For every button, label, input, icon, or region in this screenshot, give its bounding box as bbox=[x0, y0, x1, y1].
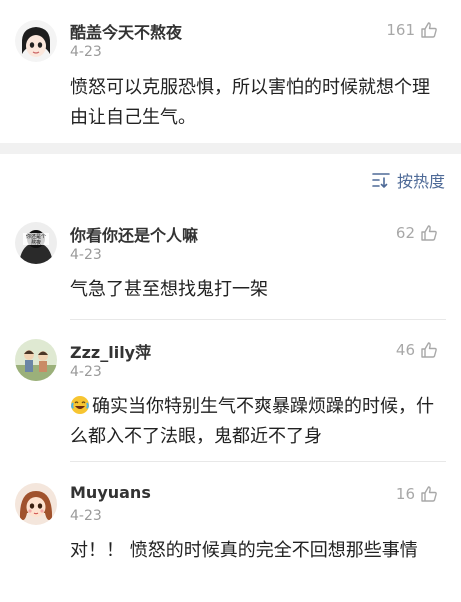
username[interactable]: 你看你还是个人嘛 bbox=[70, 222, 198, 246]
like-button[interactable]: 46 bbox=[396, 340, 439, 360]
pinned-comment: 酷盖今天不熬夜 4-23 161 愤怒可以克服恐惧，所以害怕的时候就想个理由让自… bbox=[0, 0, 461, 143]
avatar-illustration bbox=[15, 339, 57, 381]
avatar[interactable] bbox=[15, 339, 57, 381]
like-button[interactable]: 62 bbox=[396, 223, 439, 243]
sort-lines-icon bbox=[372, 173, 390, 188]
divider bbox=[70, 461, 446, 462]
svg-text:你还是个: 你还是个 bbox=[26, 233, 46, 240]
avatar[interactable] bbox=[15, 20, 57, 62]
username[interactable]: Muyuans bbox=[70, 483, 151, 502]
username[interactable]: 酷盖今天不熬夜 bbox=[70, 19, 182, 43]
username[interactable]: Zzz_lily萍 bbox=[70, 339, 151, 363]
sort-by-hot-button[interactable]: 按热度 bbox=[371, 168, 445, 192]
like-count: 161 bbox=[386, 21, 415, 39]
comment-text: 气急了甚至想找鬼打一架 bbox=[70, 279, 268, 300]
avatar-illustration bbox=[15, 20, 57, 62]
divider bbox=[70, 319, 446, 320]
list-item: Muyuans 4-23 16 对！！ 愤怒的时候真的完全不回想那些事情 bbox=[0, 470, 461, 602]
list-item: 你还是个 熬夜 你看你还是个人嘛 4-23 62 气急了甚至想找鬼打一架 bbox=[0, 210, 461, 320]
thumbs-up-icon bbox=[421, 22, 437, 38]
section-separator bbox=[0, 143, 461, 154]
like-count: 16 bbox=[395, 485, 415, 503]
laughing-tears-emoji-icon bbox=[71, 396, 89, 414]
comment-text: 愤怒可以克服恐惧，所以害怕的时候就想个理由让自己生气。 bbox=[70, 77, 430, 128]
avatar-illustration: 你还是个 熬夜 bbox=[15, 222, 57, 264]
avatar[interactable]: 你还是个 熬夜 bbox=[15, 222, 57, 264]
like-count: 46 bbox=[395, 341, 415, 359]
comment-date: 4-23 bbox=[70, 508, 102, 524]
thumbs-up-icon bbox=[421, 342, 437, 358]
sort-label: 按热度 bbox=[396, 172, 445, 191]
like-count: 62 bbox=[395, 224, 415, 242]
svg-text:熬夜: 熬夜 bbox=[31, 239, 41, 246]
comment-text: 对！！ 愤怒的时候真的完全不回想那些事情 bbox=[70, 540, 418, 561]
comment-date: 4-23 bbox=[70, 44, 102, 60]
like-button[interactable]: 161 bbox=[386, 20, 439, 40]
list-item: Zzz_lily萍 4-23 46 确实当你特别生气不爽暴躁烦躁的时候，什么都入… bbox=[0, 326, 461, 462]
like-button[interactable]: 16 bbox=[396, 484, 439, 504]
comment-text: 确实当你特别生气不爽暴躁烦躁的时候，什么都入不了法眼，鬼都近不了身 bbox=[70, 392, 445, 452]
comment-date: 4-23 bbox=[70, 247, 102, 263]
avatar[interactable] bbox=[15, 483, 57, 525]
avatar-illustration bbox=[15, 483, 57, 525]
thumbs-up-icon bbox=[421, 225, 437, 241]
comment-text-content: 确实当你特别生气不爽暴躁烦躁的时候，什么都入不了法眼，鬼都近不了身 bbox=[70, 396, 434, 447]
thumbs-up-icon bbox=[421, 486, 437, 502]
comment-date: 4-23 bbox=[70, 364, 102, 380]
